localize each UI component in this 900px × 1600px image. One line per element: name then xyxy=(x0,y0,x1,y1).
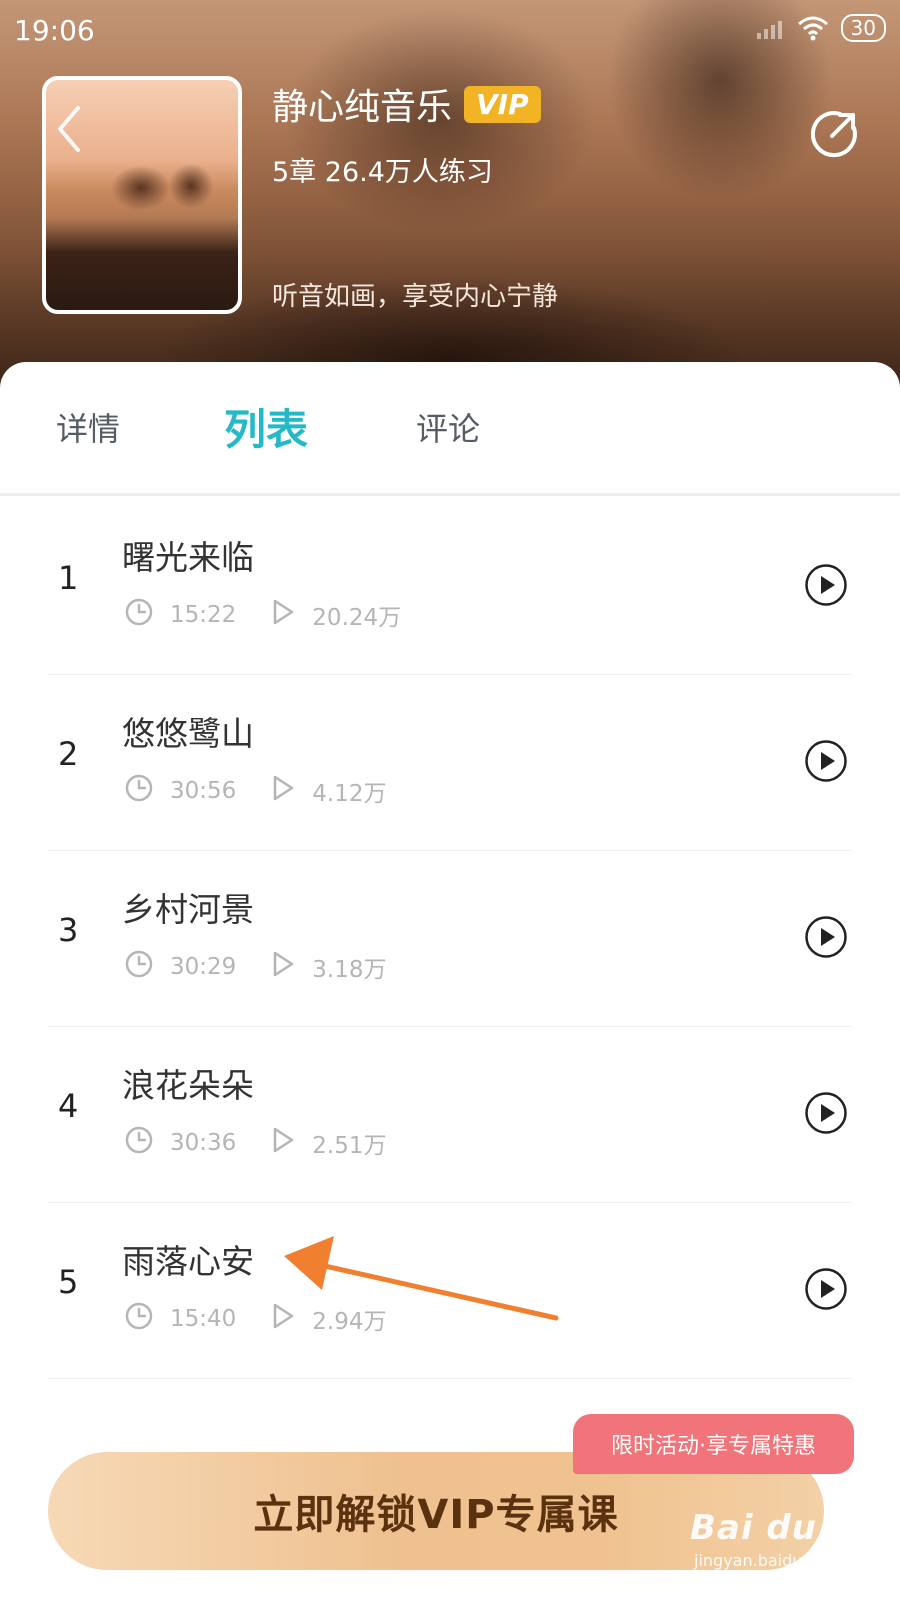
back-arrow-icon[interactable] xyxy=(54,104,84,154)
play-count-icon xyxy=(270,774,296,808)
clock-icon xyxy=(124,949,154,985)
tab-bar: 详情 列表 评论 xyxy=(0,362,900,496)
track-duration: 15:22 xyxy=(170,602,237,628)
track-index: 1 xyxy=(58,559,79,597)
play-button-icon[interactable] xyxy=(804,739,848,787)
track-index: 2 xyxy=(58,735,79,773)
track-row[interactable]: 2 悠悠鹭山 30:56 4.12万 xyxy=(0,675,900,851)
track-stats: 15:40 2.94万 xyxy=(124,1301,387,1337)
play-button-icon[interactable] xyxy=(804,915,848,963)
share-icon[interactable] xyxy=(810,108,860,158)
title-row: 静心纯音乐 VIP xyxy=(272,78,541,130)
vip-badge: VIP xyxy=(464,85,541,123)
play-count-icon xyxy=(270,1302,296,1336)
clock-icon xyxy=(124,1125,154,1161)
track-play-count: 4.12万 xyxy=(312,781,387,807)
play-count-icon xyxy=(270,1126,296,1160)
track-index: 3 xyxy=(58,911,79,949)
track-stats: 30:29 3.18万 xyxy=(124,949,387,985)
track-index: 5 xyxy=(58,1263,79,1301)
track-stats: 15:22 20.24万 xyxy=(124,597,401,633)
status-icons: 30 xyxy=(755,14,886,42)
clock-icon xyxy=(124,773,154,809)
track-play-count: 3.18万 xyxy=(312,957,387,983)
track-play-count: 20.24万 xyxy=(312,605,402,631)
battery-indicator: 30 xyxy=(840,14,886,42)
play-button-icon[interactable] xyxy=(804,1267,848,1315)
watermark-url: jingyan.baidu.com xyxy=(694,1551,842,1570)
status-bar: 19:06 30 xyxy=(0,0,900,60)
course-title: 静心纯音乐 xyxy=(272,87,453,128)
play-count-icon xyxy=(270,598,296,632)
track-index: 4 xyxy=(58,1087,79,1125)
track-stats: 30:56 4.12万 xyxy=(124,773,387,809)
clock-icon xyxy=(124,1301,154,1337)
wifi-icon xyxy=(797,16,828,41)
track-duration: 30:56 xyxy=(170,778,237,804)
clock-icon xyxy=(124,597,154,633)
tab-details[interactable]: 详情 xyxy=(56,404,120,450)
track-play-count: 2.94万 xyxy=(312,1309,387,1335)
track-title: 乡村河景 xyxy=(122,890,254,929)
watermark: Bai du 经验 jingyan.baidu.com xyxy=(690,1500,900,1570)
track-duration: 15:40 xyxy=(170,1306,237,1332)
track-row[interactable]: 4 浪花朵朵 30:36 2.51万 xyxy=(0,1027,900,1203)
signal-icon xyxy=(756,21,782,39)
tab-comments[interactable]: 评论 xyxy=(416,404,480,450)
track-list: 1 曙光来临 15:22 20.24万 2 悠悠鹭山 30:56 4.12万 3 乡村河景 30:2… xyxy=(0,499,900,1379)
track-stats: 30:36 2.51万 xyxy=(124,1125,387,1161)
course-slogan: 听音如画，享受内心宁静 xyxy=(272,282,559,312)
watermark-logo: Bai du 经验 xyxy=(690,1508,900,1548)
track-row[interactable]: 1 曙光来临 15:22 20.24万 xyxy=(0,499,900,675)
play-button-icon[interactable] xyxy=(804,563,848,611)
track-duration: 30:29 xyxy=(170,954,237,980)
play-button-icon[interactable] xyxy=(804,1091,848,1139)
course-header: 19:06 30 静心纯音乐 VIP 5章 26.4万人练习 听音如画，享受内心… xyxy=(0,0,900,400)
course-meta: 5章 26.4万人练习 xyxy=(272,157,493,188)
play-count-icon xyxy=(270,950,296,984)
track-title: 雨落心安 xyxy=(122,1242,254,1281)
track-duration: 30:36 xyxy=(170,1130,237,1156)
track-row[interactable]: 3 乡村河景 30:29 3.18万 xyxy=(0,851,900,1027)
row-divider xyxy=(48,1378,852,1379)
track-title: 悠悠鹭山 xyxy=(122,714,254,753)
track-play-count: 2.51万 xyxy=(312,1133,387,1159)
track-title: 曙光来临 xyxy=(122,538,254,577)
track-row[interactable]: 5 雨落心安 15:40 2.94万 xyxy=(0,1203,900,1379)
track-title: 浪花朵朵 xyxy=(122,1066,254,1105)
promo-badge: 限时活动·享专属特惠 xyxy=(573,1414,854,1474)
unlock-vip-label: 立即解锁VIP专属课 xyxy=(253,1492,619,1538)
status-time: 19:06 xyxy=(14,14,95,47)
tab-list[interactable]: 列表 xyxy=(224,396,308,457)
